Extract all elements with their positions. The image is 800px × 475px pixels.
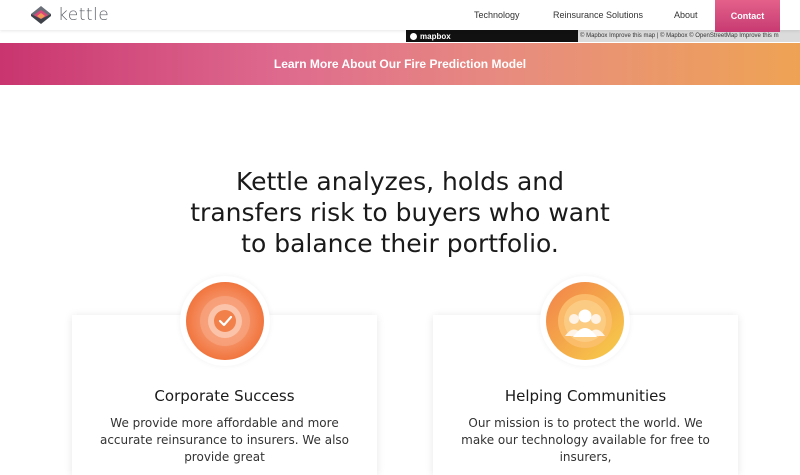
card-title: Helping Communities <box>504 387 667 405</box>
banner-link-text[interactable]: Learn More About Our Fire Prediction Mod… <box>274 57 526 71</box>
kettle-logo-icon <box>31 6 51 24</box>
nav-reinsurance-solutions[interactable]: Reinsurance Solutions <box>553 0 643 30</box>
nav-about[interactable]: About <box>674 0 698 30</box>
contact-button[interactable]: Contact <box>715 0 780 32</box>
people-icon <box>546 282 624 360</box>
card-body: Our mission is to protect the world. We … <box>461 416 710 464</box>
headline-line-3: to balance their portfolio. <box>241 229 559 258</box>
fire-prediction-banner[interactable]: Learn More About Our Fire Prediction Mod… <box>0 43 800 85</box>
card-body: We provide more affordable and more accu… <box>99 416 350 464</box>
kettle-logo[interactable]: kettle <box>30 4 109 26</box>
mapbox-logo[interactable]: mapbox <box>410 30 451 42</box>
corporate-success-badge <box>180 276 270 366</box>
helping-communities-badge <box>540 276 630 366</box>
site-header: kettle Technology Reinsurance Solutions … <box>0 0 800 32</box>
hero-headline: Kettle analyzes, holds and transfers ris… <box>150 166 650 259</box>
mapbox-logo-icon <box>410 32 417 40</box>
logo-text: kettle <box>58 5 110 25</box>
headline-line-2: transfers risk to buyers who want <box>190 198 610 227</box>
mapbox-logo-text: mapbox <box>420 31 451 41</box>
card-title: Corporate Success <box>154 387 295 405</box>
nav-technology[interactable]: Technology <box>474 0 520 30</box>
headline-line-1: Kettle analyzes, holds and <box>235 167 564 196</box>
checkmark-icon <box>186 282 264 360</box>
